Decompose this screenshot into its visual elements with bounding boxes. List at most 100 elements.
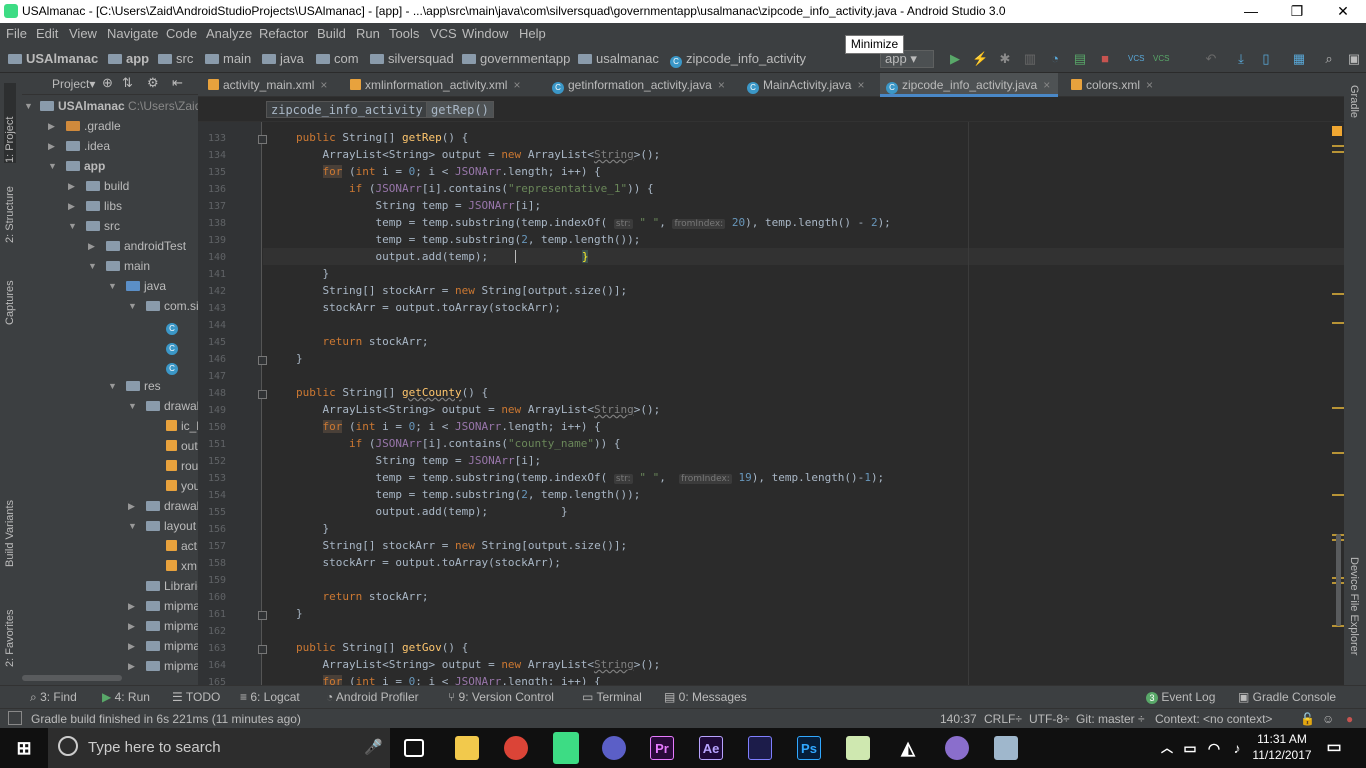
menu-build[interactable]: Build xyxy=(317,26,346,41)
remote-desktop-icon[interactable] xyxy=(994,736,1018,760)
find-tool-tab[interactable]: ⌕ 3: Find xyxy=(30,690,77,705)
crumb-main[interactable]: main xyxy=(205,51,251,66)
battery-icon[interactable]: ▭ xyxy=(1178,736,1202,760)
chrome-icon[interactable] xyxy=(504,736,528,760)
tree-item-com-package[interactable]: ▼ com.si xyxy=(128,299,198,313)
fold-marker[interactable] xyxy=(258,390,267,399)
unity-icon[interactable]: ◭ xyxy=(896,736,920,760)
collapse-icon[interactable]: ⇅ xyxy=(122,75,133,91)
crumb-project[interactable]: USAlmanac xyxy=(8,51,98,66)
taskbar-search-box[interactable]: Type here to search 🎤 xyxy=(48,728,390,768)
hide-icon[interactable]: ⇤ xyxy=(172,75,183,91)
device-file-explorer-tab[interactable]: Device File Explorer xyxy=(1348,557,1360,677)
project-horizontal-scrollbar[interactable] xyxy=(22,675,122,681)
error-stripe-mark[interactable] xyxy=(1332,145,1344,147)
tree-item-file[interactable]: ic_l xyxy=(166,419,198,433)
tree-item-idea[interactable]: ▶ .idea xyxy=(48,139,110,153)
menu-refactor[interactable]: Refactor xyxy=(259,26,308,41)
close-tab-icon[interactable]: × xyxy=(513,78,520,92)
close-tab-icon[interactable]: × xyxy=(320,78,327,92)
tree-item-file[interactable]: xm xyxy=(166,559,197,573)
premiere-icon[interactable]: Pr xyxy=(650,736,674,760)
menu-analyze[interactable]: Analyze xyxy=(206,26,252,41)
event-log-tool-tab[interactable]: 3 Event Log xyxy=(1146,690,1215,704)
terminal-tool-tab[interactable]: ▭ Terminal xyxy=(582,690,642,704)
tree-item-layout[interactable]: ▼ layout xyxy=(128,519,196,533)
inspection-warning-icon[interactable] xyxy=(1332,126,1342,136)
close-tab-icon[interactable]: × xyxy=(1043,78,1050,92)
apply-changes-icon[interactable]: ⚡ xyxy=(972,51,988,67)
photoshop-icon[interactable]: Ps xyxy=(797,736,821,760)
tree-item-res[interactable]: ▼ res xyxy=(108,379,161,393)
close-tab-icon[interactable]: × xyxy=(718,78,725,92)
messages-tool-tab[interactable]: ▤ 0: Messages xyxy=(664,690,747,704)
context-indicator[interactable]: Context: <no context> xyxy=(1155,712,1272,726)
tree-item-drawable[interactable]: ▼drawab xyxy=(128,399,198,413)
file-explorer-icon[interactable] xyxy=(455,736,479,760)
project-structure-icon[interactable]: ▦ xyxy=(1291,51,1307,67)
error-indicator-icon[interactable]: ● xyxy=(1346,712,1353,726)
editor-vertical-scrollbar[interactable] xyxy=(1336,534,1341,626)
action-center-icon[interactable]: ▭ xyxy=(1322,736,1346,760)
fold-marker[interactable] xyxy=(258,611,267,620)
tree-item-file[interactable]: out xyxy=(166,439,198,453)
stop-icon[interactable]: ■ xyxy=(1097,51,1113,67)
tree-item-class[interactable]: C xyxy=(166,359,182,375)
vcs-commit-icon[interactable]: VCS xyxy=(1153,51,1169,67)
run-icon[interactable]: ▶ xyxy=(947,51,963,67)
tree-item-mipmap[interactable]: ▶ mipma xyxy=(128,659,198,673)
menu-tools[interactable]: Tools xyxy=(389,26,419,41)
crumb-zipcode-info-activity[interactable]: Czipcode_info_activity xyxy=(670,51,806,68)
structure-tool-tab[interactable]: 2: Structure xyxy=(4,173,16,243)
captures-tool-tab[interactable]: Captures xyxy=(4,265,16,325)
favorites-tool-tab[interactable]: 2: Favorites xyxy=(4,597,16,667)
close-tab-icon[interactable]: × xyxy=(857,78,864,92)
tree-item-class[interactable]: C xyxy=(166,319,182,335)
tree-item-mipmap[interactable]: ▶ mipma xyxy=(128,619,198,633)
menu-window[interactable]: Window xyxy=(462,26,508,41)
gear-icon[interactable]: ⚙ xyxy=(147,75,159,91)
code-editor[interactable]: 133 134 135 136 137 138 139 140 141 142 … xyxy=(198,122,1344,685)
tree-item-drawable[interactable]: ▶drawab xyxy=(128,499,198,513)
system-clock[interactable]: 11:31 AM 11/12/2017 xyxy=(1244,731,1320,763)
editor-crumb-method[interactable]: getRep() xyxy=(426,101,494,118)
fold-marker[interactable] xyxy=(258,356,267,365)
tree-item-build[interactable]: ▶ build xyxy=(68,179,129,193)
crumb-com[interactable]: com xyxy=(316,51,359,66)
windows-start-icon[interactable]: ⊞ xyxy=(12,736,36,760)
project-view-select[interactable]: Project▾ xyxy=(52,77,95,91)
editor-crumb-class[interactable]: zipcode_info_activity xyxy=(266,101,428,118)
build-variants-tool-tab[interactable]: Build Variants xyxy=(4,487,16,567)
wifi-icon[interactable]: ◠ xyxy=(1202,736,1226,760)
sync-icon[interactable]: ⊕ xyxy=(102,75,113,91)
undo-icon[interactable]: ↶ xyxy=(1203,51,1219,67)
crumb-usalmanac[interactable]: usalmanac xyxy=(578,51,659,66)
profile-icon[interactable]: ◔ xyxy=(1047,51,1063,67)
close-button[interactable]: ✕ xyxy=(1320,0,1366,23)
eclipse-icon[interactable] xyxy=(602,736,626,760)
vcs-update-icon[interactable]: VCS xyxy=(1128,51,1144,67)
crumb-app[interactable]: app xyxy=(108,51,149,66)
project-tool-tab[interactable]: 1: Project xyxy=(4,83,16,163)
tree-item-file[interactable]: you xyxy=(166,479,198,493)
status-message[interactable]: Gradle build finished in 6s 221ms (11 mi… xyxy=(31,712,301,726)
menu-code[interactable]: Code xyxy=(166,26,197,41)
menu-vcs[interactable]: VCS xyxy=(430,26,457,41)
git-branch[interactable]: Git: master ÷ xyxy=(1076,712,1145,726)
menu-file[interactable]: File xyxy=(6,26,27,41)
lock-icon[interactable]: 🔓 xyxy=(1300,712,1315,726)
logcat-tool-tab[interactable]: ≡ 6: Logcat xyxy=(240,690,300,704)
line-separator[interactable]: CRLF÷ xyxy=(984,712,1022,726)
run-tests-icon[interactable]: ▤ xyxy=(1072,51,1088,67)
tree-item-src[interactable]: ▼ src xyxy=(68,219,120,233)
show-hidden-icons[interactable]: ︿ xyxy=(1155,736,1179,760)
gradle-console-tool-tab[interactable]: ▣ Gradle Console xyxy=(1238,690,1336,704)
tab-xmlinformation-activity-xml[interactable]: xmlinformation_activity.xml × xyxy=(344,73,521,97)
crumb-src[interactable]: src xyxy=(158,51,193,66)
tree-item-libraries[interactable]: Librarie xyxy=(146,579,198,593)
tree-item-java[interactable]: ▼ java xyxy=(108,279,166,293)
menu-navigate[interactable]: Navigate xyxy=(107,26,158,41)
fold-marker[interactable] xyxy=(258,135,267,144)
sdk-manager-icon[interactable]: ⤓ xyxy=(1233,51,1249,67)
crumb-silversquad[interactable]: silversquad xyxy=(370,51,454,66)
